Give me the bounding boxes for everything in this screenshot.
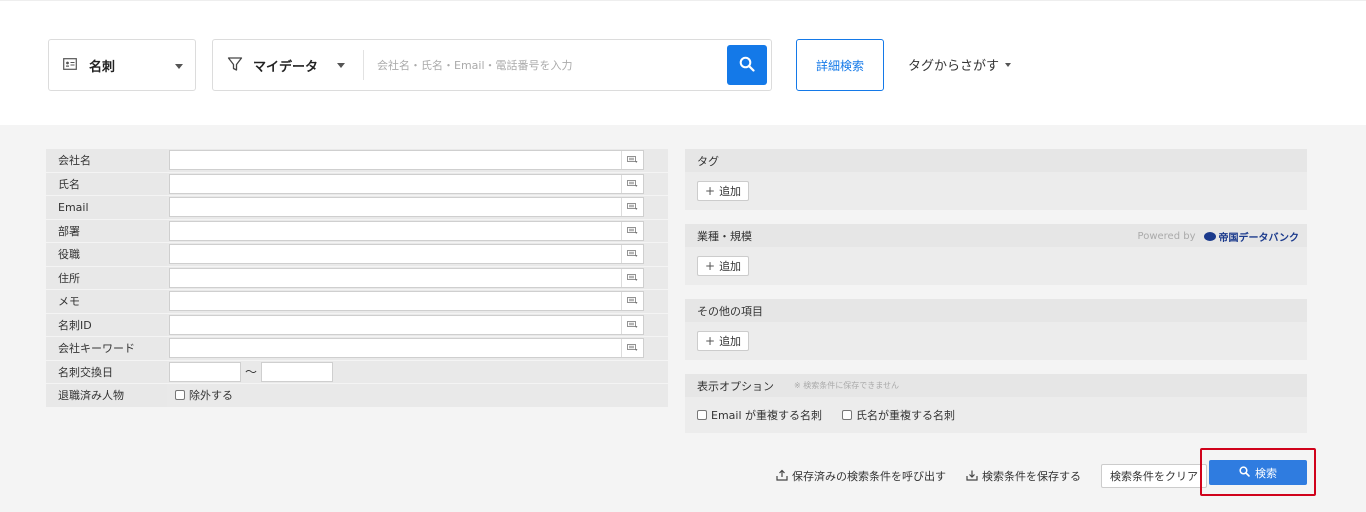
dup-email-checkbox[interactable]: Email が重複する名刺	[697, 407, 822, 423]
field-label: 住所	[46, 266, 167, 290]
plus-icon: +	[705, 334, 716, 348]
powered-by: Powered by 帝国データバンク	[1137, 229, 1299, 244]
search-icon	[739, 56, 755, 75]
add-other-button[interactable]: + 追加	[697, 331, 750, 351]
form-row: 名刺ID	[46, 313, 668, 337]
tag-section: + 追加	[685, 172, 1307, 210]
tdb-logo-icon	[1203, 232, 1216, 241]
card-id-input[interactable]	[169, 314, 644, 335]
dictionary-icon[interactable]	[621, 245, 643, 264]
tag-search-dropdown[interactable]: タグからさがす	[908, 55, 1012, 74]
field-label: Email	[46, 196, 167, 220]
search-form: 会社名 氏名 Email 部署 役職 住所 メモ 名刺ID 会社キーワード 名刺…	[46, 149, 668, 408]
field-label: 部署	[46, 219, 167, 243]
field-label: 役職	[46, 243, 167, 267]
divider	[363, 50, 364, 80]
filter-icon	[227, 56, 243, 75]
options-note: ※ 検索条件に保存できません	[794, 381, 900, 390]
industry-section: + 追加	[685, 247, 1307, 285]
dictionary-icon[interactable]	[621, 292, 643, 311]
plus-icon: +	[705, 259, 716, 273]
options-section-title: 表示オプション ※ 検索条件に保存できません	[685, 374, 1307, 397]
filter-select[interactable]: マイデータ	[213, 40, 363, 90]
other-section: + 追加	[685, 322, 1307, 360]
clear-conditions-button[interactable]: 検索条件をクリア	[1101, 464, 1207, 488]
tag-search-label: タグからさがす	[908, 59, 1000, 74]
date-from-input[interactable]	[169, 361, 241, 382]
search-input[interactable]	[377, 54, 717, 76]
chevron-down-icon	[175, 64, 183, 69]
position-input[interactable]	[169, 244, 644, 265]
action-bar: 保存済みの検索条件を呼び出す 検索条件を保存する 検索条件をクリア	[776, 464, 1207, 488]
form-row: メモ	[46, 290, 668, 314]
tdb-logo: 帝国データバンク	[1203, 229, 1299, 244]
dictionary-icon[interactable]	[621, 268, 643, 287]
card-icon	[63, 57, 77, 73]
filter-select-label: マイデータ	[253, 59, 319, 75]
checkbox-box[interactable]	[697, 410, 707, 420]
field-label: 会社キーワード	[46, 337, 167, 361]
form-row: Email	[46, 196, 668, 220]
form-row: 退職済み人物 除外する	[46, 384, 668, 408]
date-separator: 〜	[245, 365, 258, 380]
form-row: 部署	[46, 219, 668, 243]
tag-section-title: タグ	[685, 149, 1307, 172]
exclude-label: 除外する	[189, 389, 233, 403]
right-panel: タグ + 追加 業種・規模 Powered by 帝国データバンク + 追加 その他…	[685, 149, 1307, 433]
top-search-bar: 名刺 マイデータ 詳細検索 タグからさがす	[0, 0, 1366, 125]
name-input[interactable]	[169, 173, 644, 194]
download-icon	[966, 469, 982, 484]
company-keyword-input[interactable]	[169, 338, 644, 359]
field-label: 名刺交換日	[46, 360, 167, 384]
email-input[interactable]	[169, 197, 644, 218]
type-select[interactable]: 名刺	[48, 39, 196, 91]
industry-section-title: 業種・規模 Powered by 帝国データバンク	[685, 224, 1307, 247]
field-label: 退職済み人物	[46, 384, 167, 408]
form-row: 住所	[46, 266, 668, 290]
chevron-down-icon	[337, 63, 345, 68]
upload-icon	[776, 469, 792, 484]
dictionary-icon[interactable]	[621, 339, 643, 358]
field-label: メモ	[46, 290, 167, 314]
date-to-input[interactable]	[261, 361, 334, 382]
dictionary-icon[interactable]	[621, 198, 643, 217]
form-row: 氏名	[46, 172, 668, 196]
advanced-search-button[interactable]: 詳細検索	[796, 39, 884, 91]
field-label: 氏名	[46, 172, 167, 196]
address-input[interactable]	[169, 267, 644, 288]
department-input[interactable]	[169, 220, 644, 241]
plus-icon: +	[705, 184, 716, 198]
options-section: Email が重複する名刺 氏名が重複する名刺	[685, 397, 1307, 433]
checkbox-box[interactable]	[842, 410, 853, 420]
load-saved-conditions-button[interactable]: 保存済みの検索条件を呼び出す	[776, 468, 946, 484]
company-name-input[interactable]	[169, 150, 644, 171]
field-label: 会社名	[46, 149, 167, 173]
type-select-label: 名刺	[89, 59, 116, 75]
add-tag-button[interactable]: + 追加	[697, 181, 750, 201]
search-button[interactable]	[727, 45, 767, 85]
form-row: 会社名	[46, 149, 668, 173]
form-row: 名刺交換日 〜	[46, 360, 668, 384]
form-row: 役職	[46, 243, 668, 267]
search-icon	[1239, 465, 1255, 480]
chevron-down-icon	[1005, 62, 1012, 67]
dup-name-checkbox[interactable]: 氏名が重複する名刺	[842, 407, 955, 423]
search-group: マイデータ	[212, 39, 772, 91]
checkbox-box[interactable]	[175, 390, 185, 401]
add-industry-button[interactable]: + 追加	[697, 256, 750, 276]
dictionary-icon[interactable]	[621, 151, 643, 170]
memo-input[interactable]	[169, 291, 644, 312]
form-row: 会社キーワード	[46, 337, 668, 361]
dictionary-icon[interactable]	[621, 174, 643, 193]
dictionary-icon[interactable]	[621, 221, 643, 240]
exclude-retired-checkbox[interactable]: 除外する	[175, 387, 233, 403]
advanced-search-panel: 会社名 氏名 Email 部署 役職 住所 メモ 名刺ID 会社キーワード 名刺…	[0, 125, 1366, 512]
dictionary-icon[interactable]	[621, 315, 643, 334]
save-conditions-button[interactable]: 検索条件を保存する	[966, 468, 1081, 484]
field-label: 名刺ID	[46, 313, 167, 337]
submit-search-button[interactable]: 検索	[1209, 460, 1307, 485]
other-section-title: その他の項目	[685, 299, 1307, 322]
